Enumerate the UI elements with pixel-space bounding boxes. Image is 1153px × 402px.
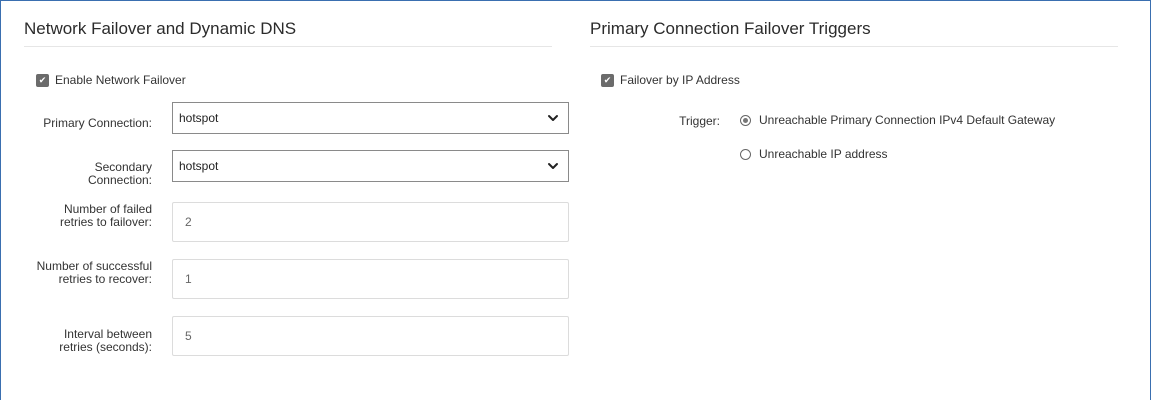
failover-by-ip-label: Failover by IP Address [620,73,740,87]
failed-retries-value: 2 [185,215,192,229]
chevron-down-icon[interactable] [546,111,560,125]
secondary-connection-select[interactable]: hotspot [172,150,569,182]
primary-connection-label: Primary Connection: [43,116,152,130]
left-section-divider [24,46,552,47]
network-failover-title: Network Failover and Dynamic DNS [24,19,297,38]
enable-network-failover-label: Enable Network Failover [55,73,186,87]
secondary-connection-label-line2: Connection: [87,173,152,187]
interval-label: Interval between retries (seconds): [20,328,152,354]
trigger-option-ip-address[interactable]: Unreachable IP address [740,147,888,161]
trigger-option-gateway-label: Unreachable Primary Connection IPv4 Defa… [759,113,1056,127]
successful-retries-input[interactable]: 1 [172,259,569,299]
interval-input[interactable]: 5 [172,316,569,356]
successful-retries-label-line2: retries to recover: [58,272,152,286]
failed-retries-label-line2: retries to failover: [59,215,152,229]
checkbox-checked-icon[interactable]: ✔ [36,73,49,87]
trigger-option-ip-address-label: Unreachable IP address [759,147,888,161]
trigger-label: Trigger: [679,114,720,128]
checkbox-checked-icon[interactable]: ✔ [601,73,614,87]
primary-connection-select[interactable]: hotspot [172,102,569,134]
interval-value: 5 [185,329,192,343]
radio-selected-icon[interactable] [740,114,751,126]
right-section-divider [590,46,1118,47]
chevron-down-icon[interactable] [546,159,560,173]
interval-label-line2: retries (seconds): [59,340,152,354]
radio-unselected-icon[interactable] [740,148,751,160]
secondary-connection-value: hotspot [179,159,219,173]
successful-retries-value: 1 [185,272,192,286]
failed-retries-input[interactable]: 2 [172,202,569,242]
failed-retries-label: Number of failed retries to failover: [20,203,152,229]
trigger-option-gateway[interactable]: Unreachable Primary Connection IPv4 Defa… [740,113,1055,127]
secondary-connection-label: Secondary Connection: [20,161,152,187]
primary-connection-value: hotspot [179,111,219,125]
failover-triggers-title: Primary Connection Failover Triggers [590,19,871,38]
enable-network-failover-row[interactable]: ✔ Enable Network Failover [36,73,186,87]
successful-retries-label: Number of successful retries to recover: [20,260,152,286]
failover-by-ip-row[interactable]: ✔ Failover by IP Address [601,73,740,87]
